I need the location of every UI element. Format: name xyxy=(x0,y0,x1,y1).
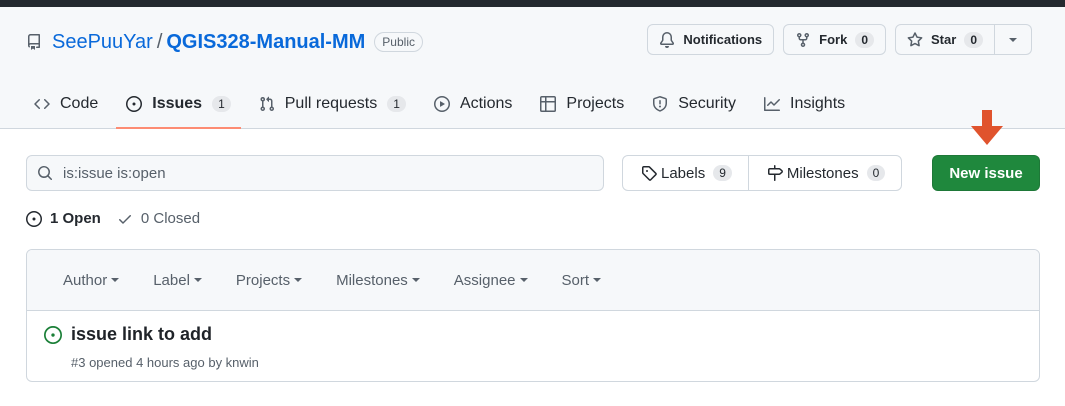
top-dark-bar xyxy=(0,0,1065,7)
issues-toolbar: Labels 9 Milestones 0 New issue xyxy=(26,155,1040,191)
star-label: Star xyxy=(931,32,957,47)
labels-milestones-group: Labels 9 Milestones 0 xyxy=(622,155,903,191)
issues-search[interactable] xyxy=(26,155,604,191)
issue-opened-icon xyxy=(26,210,42,227)
issue-meta: #3 opened 4 hours ago by knwin xyxy=(71,355,259,370)
filter-projects[interactable]: Projects xyxy=(235,271,303,289)
tab-issues-count: 1 xyxy=(212,96,231,112)
chevron-down-icon xyxy=(411,278,420,282)
tab-security[interactable]: Security xyxy=(642,86,746,122)
search-input[interactable] xyxy=(63,164,583,182)
chevron-down-icon xyxy=(294,278,303,282)
issue-title-link[interactable]: issue link to add xyxy=(71,324,212,345)
chevron-down-icon xyxy=(1009,37,1017,42)
filter-label: Sort xyxy=(561,271,590,289)
filter-label: Assignee xyxy=(453,271,516,289)
repo-title: SeePuuYar / QGIS328-Manual-MM Public xyxy=(26,29,423,55)
path-separator: / xyxy=(156,30,163,53)
issue-state-toggle: 1 Open 0 Closed xyxy=(26,210,216,227)
tab-label: Code xyxy=(60,95,99,112)
closed-issues-label: 0 Closed xyxy=(140,210,201,227)
fork-icon xyxy=(797,32,810,47)
star-button-group: Star 0 xyxy=(895,24,1032,55)
tab-insights[interactable]: Insights xyxy=(754,86,855,122)
repo-header: SeePuuYar / QGIS328-Manual-MM Public Not… xyxy=(0,7,1065,129)
tab-actions[interactable]: Actions xyxy=(424,86,522,122)
search-icon xyxy=(38,166,53,181)
open-issues-label: 1 Open xyxy=(50,210,101,227)
open-issues-link[interactable]: 1 Open xyxy=(26,210,101,227)
tab-label: Actions xyxy=(459,95,513,112)
tab-label: Pull requests xyxy=(284,95,378,112)
notifications-label: Notifications xyxy=(683,32,763,47)
repo-icon xyxy=(26,34,42,50)
filter-sort[interactable]: Sort xyxy=(562,272,602,289)
tab-label: Issues xyxy=(152,95,203,112)
milestones-button[interactable]: Milestones 0 xyxy=(747,156,901,190)
issues-filter-bar: Author Label Projects Milestones Assigne… xyxy=(27,250,1039,311)
labels-count: 9 xyxy=(713,165,732,181)
filter-label: Label xyxy=(153,271,190,289)
filter-label: Projects xyxy=(235,271,291,289)
chevron-down-icon xyxy=(519,278,528,282)
issue-opened-icon xyxy=(126,96,143,112)
filter-label: Author xyxy=(63,271,108,289)
star-count: 0 xyxy=(964,31,983,48)
milestones-count: 0 xyxy=(866,165,886,181)
tag-icon xyxy=(642,166,657,181)
new-issue-button[interactable]: New issue xyxy=(932,155,1040,191)
annotation-arrow xyxy=(971,110,1003,145)
filter-label: Milestones xyxy=(336,271,408,289)
tab-label: Security xyxy=(678,95,736,112)
fork-label: Fork xyxy=(819,32,848,47)
repo-owner-link[interactable]: SeePuuYar xyxy=(52,31,153,54)
chevron-down-icon xyxy=(593,278,602,282)
fork-button[interactable]: Fork 0 xyxy=(783,24,887,55)
list-item: issue link to add #3 opened 4 hours ago … xyxy=(27,311,1039,381)
tab-pull-requests[interactable]: Pull requests 1 xyxy=(249,86,416,122)
star-icon xyxy=(907,31,923,46)
code-icon xyxy=(34,98,50,110)
graph-icon xyxy=(764,97,780,111)
repo-name-link[interactable]: QGIS328-Manual-MM xyxy=(166,31,365,54)
milestones-label: Milestones xyxy=(786,164,859,182)
visibility-badge: Public xyxy=(374,32,423,52)
labels-label: Labels xyxy=(661,164,706,182)
star-list-dropdown[interactable] xyxy=(995,24,1032,55)
issue-opened-icon xyxy=(44,326,62,344)
star-button[interactable]: Star 0 xyxy=(895,24,995,55)
tab-pull-requests-count: 1 xyxy=(387,96,406,112)
tab-label: Projects xyxy=(566,95,625,112)
tab-issues[interactable]: Issues 1 xyxy=(116,86,241,129)
tab-label: Insights xyxy=(790,95,846,112)
git-pull-request-icon xyxy=(260,96,274,112)
table-icon xyxy=(540,96,557,112)
issues-list: Author Label Projects Milestones Assigne… xyxy=(26,249,1040,382)
play-icon xyxy=(433,96,450,112)
chevron-down-icon xyxy=(193,278,202,282)
closed-issues-link[interactable]: 0 Closed xyxy=(117,210,200,227)
filter-milestones[interactable]: Milestones xyxy=(336,272,420,289)
filter-label[interactable]: Label xyxy=(153,272,202,289)
shield-icon xyxy=(653,96,668,112)
tab-projects[interactable]: Projects xyxy=(530,86,634,122)
filter-author[interactable]: Author xyxy=(63,271,120,289)
repo-actions: Notifications Fork 0 Star 0 xyxy=(647,24,1032,55)
notifications-button[interactable]: Notifications xyxy=(647,24,775,55)
chevron-down-icon xyxy=(111,278,120,282)
repo-nav-tabs: Code Issues 1 Pull requests 1 Actions Pr… xyxy=(24,86,863,129)
tab-code[interactable]: Code xyxy=(24,86,108,122)
filter-assignee[interactable]: Assignee xyxy=(454,272,528,289)
labels-button[interactable]: Labels 9 xyxy=(623,156,748,190)
check-icon xyxy=(118,214,131,224)
milestone-icon xyxy=(767,165,783,181)
bell-icon xyxy=(660,31,675,48)
fork-count: 0 xyxy=(855,31,875,48)
